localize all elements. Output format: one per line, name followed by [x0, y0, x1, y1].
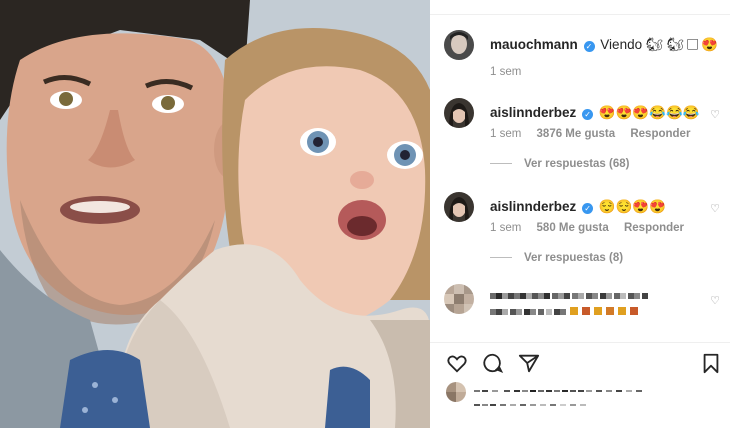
- share-icon-glyph: [518, 354, 540, 373]
- comment-likes[interactable]: 3876 Me gusta: [537, 128, 616, 140]
- author-avatar-image: [444, 30, 474, 60]
- comment-username[interactable]: aislinnderbez: [490, 199, 576, 214]
- comment-time[interactable]: 1 sem: [490, 222, 521, 234]
- post-photo: [0, 0, 430, 428]
- comment-body: 😍😍😍😂😂😂: [598, 105, 700, 120]
- caption-body: Viendo 🐿 🐿◻😍: [600, 37, 718, 52]
- commenter-avatar-image: [444, 98, 474, 128]
- comment-item: aislinnderbez ✓ 😍😍😍😂😂😂 ♡ 1 sem 3876 Me g…: [444, 98, 722, 178]
- reply-button[interactable]: Responder: [630, 128, 690, 140]
- divider: [430, 14, 730, 15]
- comment-text: aislinnderbez ✓ 😌😌😍😍: [490, 199, 666, 215]
- comment-likes[interactable]: 580 Me gusta: [537, 222, 609, 234]
- blurred-likes-line: [474, 384, 674, 392]
- blurred-meta-line: [490, 334, 610, 340]
- comment-icon[interactable]: [482, 352, 504, 374]
- heart-icon[interactable]: ♡: [710, 108, 720, 121]
- reply-button[interactable]: Responder: [624, 222, 684, 234]
- replies-dash: [490, 163, 512, 165]
- comment-meta: 1 sem 580 Me gusta Responder: [490, 222, 696, 234]
- verified-badge-icon: ✓: [582, 203, 594, 214]
- bookmark-icon-glyph: [703, 353, 719, 374]
- comment-time[interactable]: 1 sem: [490, 128, 521, 140]
- blurred-liker-avatar: [446, 382, 466, 402]
- blurred-liker-avatar-image: [446, 382, 466, 402]
- author-username[interactable]: mauochmann: [490, 37, 578, 52]
- comment-item: aislinnderbez ✓ 😌😌😍😍 ♡ 1 sem 580 Me gust…: [444, 192, 722, 272]
- photo-illustration: [0, 0, 430, 428]
- like-icon-glyph: [447, 355, 467, 373]
- view-replies-button[interactable]: Ver respuestas (8): [490, 252, 623, 264]
- blurred-likes-line: [474, 398, 624, 406]
- commenter-avatar-image: [444, 192, 474, 222]
- comment-username[interactable]: aislinnderbez: [490, 105, 576, 120]
- comment-item: ♡: [444, 284, 722, 336]
- replies-dash: [490, 257, 512, 259]
- pixelated-text-2: [490, 307, 638, 315]
- caption-time[interactable]: 1 sem: [490, 66, 521, 78]
- commenter-avatar[interactable]: [444, 192, 474, 222]
- verified-badge-icon: ✓: [583, 41, 595, 52]
- pixelated-text-1: [490, 293, 648, 299]
- caption-item: mauochmann ✓ Viendo 🐿 🐿◻😍 1 sem: [444, 30, 722, 80]
- share-icon[interactable]: [518, 352, 540, 374]
- view-replies-button[interactable]: Ver respuestas (68): [490, 158, 629, 170]
- heart-icon[interactable]: ♡: [710, 294, 720, 307]
- heart-icon[interactable]: [446, 352, 468, 374]
- caption-text: mauochmann ✓ Viendo 🐿 🐿◻😍: [490, 37, 718, 53]
- bookmark-icon[interactable]: [700, 352, 722, 374]
- comment-text: aislinnderbez ✓ 😍😍😍😂😂😂: [490, 105, 700, 121]
- blurred-comment-line: [490, 290, 660, 302]
- blurred-avatar: [444, 284, 474, 314]
- comments-panel: mauochmann ✓ Viendo 🐿 🐿◻😍 1 sem aislinnd…: [430, 0, 730, 428]
- blurred-date-line: [446, 420, 496, 426]
- view-replies-label: Ver respuestas (8): [524, 252, 624, 264]
- divider: [430, 342, 730, 343]
- pixelated-likes-1: [474, 390, 642, 392]
- commenter-avatar[interactable]: [444, 98, 474, 128]
- pixelated-likes-2: [474, 404, 586, 406]
- caption-meta: 1 sem: [490, 66, 533, 78]
- comment-meta: 1 sem 3876 Me gusta Responder: [490, 128, 702, 140]
- comment-icon-glyph: [483, 353, 504, 373]
- view-replies-label: Ver respuestas (68): [524, 158, 630, 170]
- heart-icon[interactable]: ♡: [710, 202, 720, 215]
- blurred-avatar-image: [444, 284, 474, 314]
- author-avatar[interactable]: [444, 30, 474, 60]
- blurred-comment-line: [490, 306, 660, 318]
- comment-body: 😌😌😍😍: [598, 199, 667, 214]
- verified-badge-icon: ✓: [582, 109, 594, 120]
